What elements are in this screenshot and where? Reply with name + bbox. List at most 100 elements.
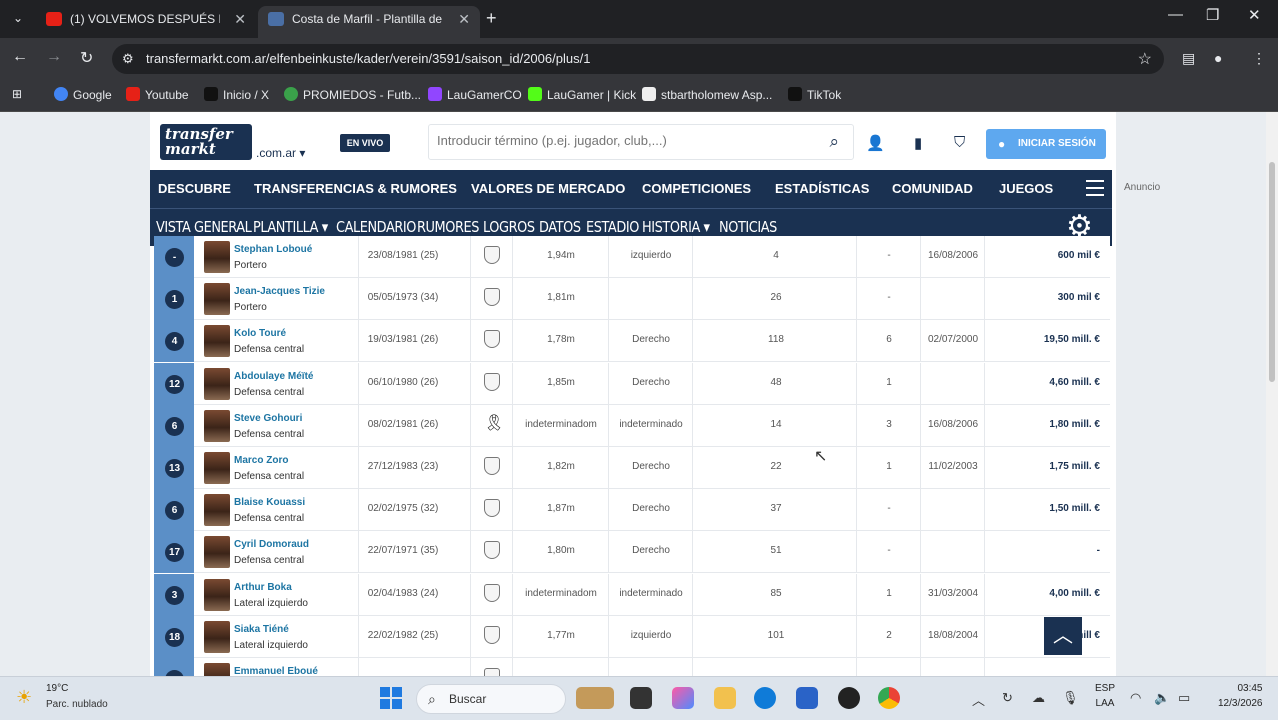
search-icon[interactable]: ⌕: [829, 132, 839, 152]
live-badge[interactable]: EN VIVO: [340, 134, 390, 152]
user-search-icon[interactable]: 👤: [866, 134, 885, 152]
player-photo[interactable]: [204, 367, 230, 400]
club-crest-icon[interactable]: [484, 668, 500, 676]
page-scrollbar[interactable]: [1266, 112, 1278, 676]
player-name-link[interactable]: Cyril Domoraud: [234, 539, 309, 550]
wifi-icon[interactable]: ◠: [1130, 690, 1141, 706]
nav-descubre[interactable]: DESCUBRE: [158, 181, 231, 196]
bookmark-promiedos[interactable]: PROMIEDOS - Futb...: [284, 87, 421, 102]
menu-dots-icon[interactable]: ⋮: [1252, 50, 1266, 67]
copilot-icon[interactable]: [672, 687, 694, 709]
player-photo[interactable]: [204, 283, 230, 316]
club-crest-icon[interactable]: [484, 330, 500, 349]
club-crest-icon[interactable]: [484, 541, 500, 560]
market-value-link[interactable]: 1,75 mill. €: [1049, 461, 1100, 472]
new-tab-icon[interactable]: +: [486, 8, 497, 29]
club-crest-icon[interactable]: [484, 457, 500, 475]
reload-icon[interactable]: ↻: [80, 48, 93, 68]
player-name-link[interactable]: Blaise Kouassi: [234, 497, 305, 508]
bookmark-icon[interactable]: ▮: [914, 134, 922, 152]
subnav-rumores[interactable]: RUMORES: [417, 218, 479, 236]
minimize-icon[interactable]: —: [1168, 6, 1183, 23]
bookmark-google[interactable]: Google: [54, 87, 112, 102]
profile-icon[interactable]: ●: [1214, 50, 1222, 66]
microphone-icon[interactable]: 🎙: [1062, 690, 1079, 706]
club-crest-icon[interactable]: [484, 625, 500, 644]
nav-valores[interactable]: VALORES DE MERCADO: [471, 181, 625, 196]
player-name-link[interactable]: Steve Gohouri: [234, 413, 302, 424]
market-value-link[interactable]: 300 mil €: [1058, 292, 1100, 303]
bookmark-kick[interactable]: LauGamer | Kick: [528, 87, 636, 102]
player-photo[interactable]: [204, 536, 230, 569]
transfermarkt-logo[interactable]: transfer markt: [160, 124, 252, 160]
store-icon[interactable]: [796, 687, 818, 709]
market-value-link[interactable]: 600 mil €: [1058, 250, 1100, 261]
club-crest-icon[interactable]: [484, 288, 500, 307]
chrome-icon[interactable]: [878, 687, 900, 709]
bookmark-star-icon[interactable]: ☆: [1138, 49, 1152, 69]
tray-chevron-icon[interactable]: ︿: [972, 690, 985, 709]
search-highlight-icon[interactable]: [576, 687, 614, 709]
player-photo[interactable]: [204, 409, 230, 442]
close-window-icon[interactable]: ✕: [1248, 6, 1261, 24]
market-value-link[interactable]: 1,50 mill. €: [1049, 503, 1100, 514]
player-photo[interactable]: [204, 663, 230, 676]
nav-comunidad[interactable]: COMUNIDAD: [892, 181, 973, 196]
search-box[interactable]: ⌕: [428, 124, 854, 160]
subnav-vista-general[interactable]: VISTA GENERAL: [156, 218, 252, 236]
battery-icon[interactable]: ▭: [1178, 690, 1190, 706]
market-value-link[interactable]: 4,60 mill. €: [1049, 377, 1100, 388]
system-clock[interactable]: 03:45 12/3/2026: [1218, 683, 1263, 709]
hamburger-menu-icon[interactable]: [1086, 180, 1104, 201]
tab-youtube[interactable]: (1) VOLVEMOS DESPUÉS D ✕: [36, 6, 256, 38]
player-photo[interactable]: [204, 620, 230, 653]
bookmark-youtube[interactable]: Youtube: [126, 87, 189, 102]
player-name-link[interactable]: Abdoulaye Méïté: [234, 371, 313, 382]
file-explorer-icon[interactable]: [714, 687, 736, 709]
player-photo[interactable]: [204, 325, 230, 358]
player-photo[interactable]: [204, 452, 230, 484]
player-name-link[interactable]: Marco Zoro: [234, 455, 288, 466]
bookmark-x[interactable]: Inicio / X: [204, 87, 269, 102]
player-name-link[interactable]: Arthur Boka: [234, 582, 292, 593]
subnav-calendario[interactable]: CALENDARIO: [336, 218, 416, 236]
forward-icon[interactable]: →: [46, 48, 62, 66]
site-info-icon[interactable]: ⚙: [122, 51, 134, 67]
app-icon[interactable]: [838, 687, 860, 709]
market-value-link[interactable]: 4,00 mill. €: [1049, 588, 1100, 599]
player-name-link[interactable]: Stephan Loboué: [234, 244, 312, 255]
back-icon[interactable]: ←: [12, 48, 28, 66]
market-value-link[interactable]: -: [1097, 545, 1100, 556]
player-name-link[interactable]: Jean-Jacques Tizie: [234, 286, 325, 297]
subnav-estadio[interactable]: ESTADIO: [586, 218, 639, 236]
close-tab-icon[interactable]: ✕: [234, 6, 246, 32]
subnav-noticias[interactable]: NOTICIAS: [719, 218, 777, 236]
player-photo[interactable]: [204, 578, 230, 611]
player-photo[interactable]: [204, 241, 230, 273]
subnav-historia[interactable]: HISTORIA ▾: [642, 218, 710, 236]
market-value-link[interactable]: 19,50 mill. €: [1044, 334, 1100, 345]
edge-icon[interactable]: [754, 687, 776, 709]
subnav-plantilla[interactable]: PLANTILLA ▾: [253, 218, 328, 236]
subnav-datos[interactable]: DATOS: [539, 218, 581, 236]
task-view-icon[interactable]: [630, 687, 652, 709]
url-text[interactable]: transfermarkt.com.ar/elfenbeinkuste/kade…: [146, 51, 590, 66]
windows-start-icon[interactable]: [380, 687, 402, 709]
scrollbar-thumb[interactable]: [1269, 162, 1275, 382]
tab-transfermarkt[interactable]: Costa de Marfil - Plantilla detall ✕: [258, 6, 480, 38]
search-input[interactable]: [437, 133, 807, 148]
login-button[interactable]: INICIAR SESIÓN: [986, 129, 1106, 159]
close-tab-icon[interactable]: ✕: [458, 6, 470, 32]
bookmark-stbartholomew[interactable]: stbartholomew Asp...: [642, 87, 772, 102]
nav-estadisticas[interactable]: ESTADÍSTICAS: [775, 181, 869, 196]
bookmark-tiktok[interactable]: TikTok: [788, 87, 841, 102]
player-name-link[interactable]: Kolo Touré: [234, 328, 286, 339]
language-indicator[interactable]: ESP LAA: [1095, 683, 1115, 709]
market-value-link[interactable]: 1,80 mill. €: [1049, 419, 1100, 430]
nav-competiciones[interactable]: COMPETICIONES: [642, 181, 751, 196]
nav-transferencias[interactable]: TRANSFERENCIAS & RUMORES: [254, 181, 457, 196]
player-photo[interactable]: [204, 494, 230, 527]
nav-juegos[interactable]: JUEGOS: [999, 181, 1053, 196]
player-name-link[interactable]: Siaka Tiéné: [234, 624, 289, 635]
tray-sync-icon[interactable]: ↻: [1002, 690, 1013, 706]
